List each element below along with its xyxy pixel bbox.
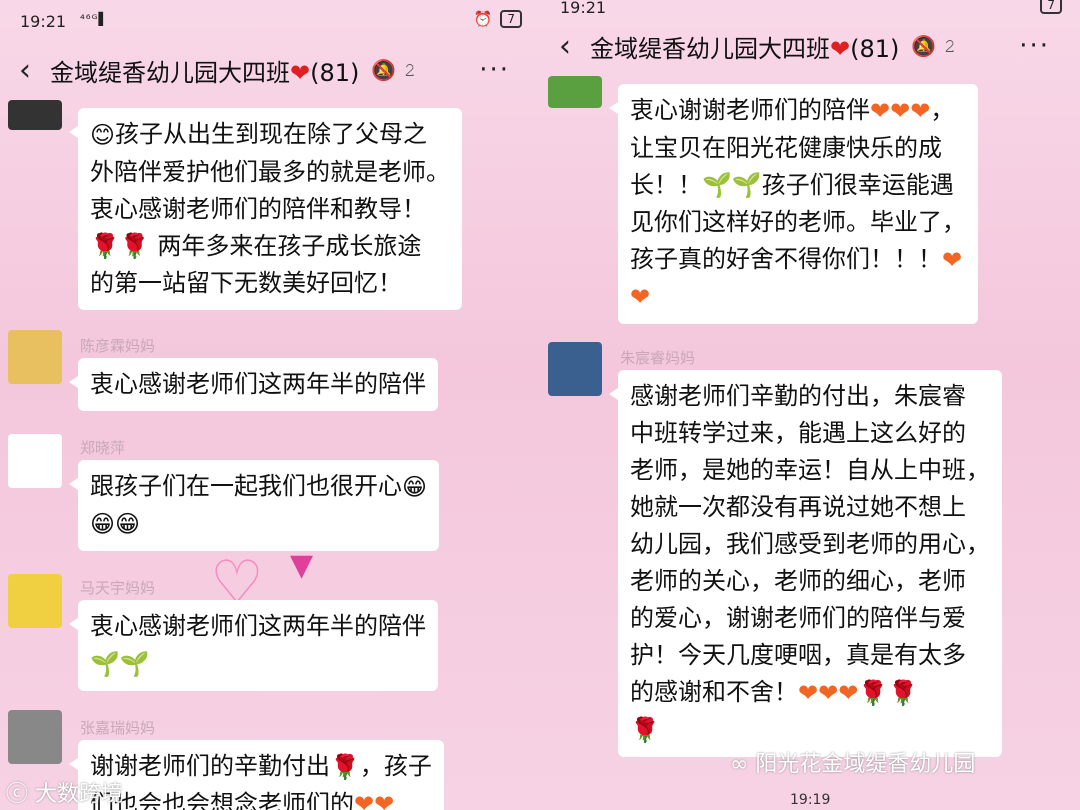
red-heart-icon: ❤ — [830, 34, 851, 63]
heart-emoji-icon: ❤❤❤ — [870, 96, 931, 125]
sender-name: 张嘉瑞妈妈 — [80, 719, 156, 737]
grin-emoji-icon: 😁😁 — [90, 510, 141, 538]
avatar[interactable] — [8, 574, 62, 628]
sender-name: 马天宇妈妈 — [80, 579, 156, 597]
rose-emoji-icon: 🌹🌹 — [90, 232, 150, 260]
message-bubble[interactable]: 衷心感谢老师们这两年半的陪伴 — [69, 358, 438, 411]
signal-icon: ⁴⁶ᴳ▌ — [80, 12, 109, 26]
avatar[interactable] — [548, 342, 602, 396]
message-bubble[interactable]: 感谢老师们辛勤的付出，朱宸睿 中班转学过来，能遇上这么好的 老师，是她的幸运！自… — [609, 370, 1002, 757]
left-screenshot: 19:21 ⁴⁶ᴳ▌ ⏰ 7 ‹ 金域缇香幼儿园大四班❤(81) 🔕 𝟸 ···… — [0, 0, 540, 810]
avatar[interactable] — [548, 76, 602, 108]
battery-icon: 7 — [1040, 0, 1062, 14]
alarm-icon: ⏰ — [473, 10, 493, 28]
right-screenshot: 19:21 7 ‹ 金域缇香幼儿园大四班❤(81) 🔕 𝟸 ··· 衷心谢谢老师… — [540, 0, 1080, 810]
earpiece-icon: 𝟸 — [944, 35, 956, 57]
rose-emoji-icon: 🌹 — [630, 716, 660, 744]
smile-emoji-icon: 😊 — [90, 120, 116, 149]
wechat-icon: ∞ — [730, 752, 749, 777]
sender-name: 郑晓萍 — [80, 439, 126, 457]
avatar[interactable] — [8, 434, 62, 488]
back-icon[interactable]: ‹ — [540, 29, 590, 64]
status-time: 19:21 — [20, 12, 67, 31]
heart-decoration: ▼ — [290, 548, 314, 583]
watermark-logo: ⓒ 大数跨境 — [6, 782, 124, 807]
heart-emoji-icon: ❤❤❤ — [798, 678, 859, 707]
sprout-emoji-icon: 🌱🌱 — [90, 649, 150, 678]
back-icon[interactable]: ‹ — [0, 53, 50, 88]
status-time: 19:21 — [560, 0, 607, 17]
message-bubble[interactable]: 跟孩子们在一起我们也很开心😁 😁😁 — [68, 460, 440, 551]
message-bubble[interactable]: 衷心谢谢老师们的陪伴❤❤❤， 让宝贝在阳光花健康快乐的成 长！！🌱🌱孩子们很幸运… — [609, 84, 978, 324]
message-bubble[interactable]: 衷心感谢老师们这两年半的陪伴 🌱🌱 — [69, 600, 438, 691]
more-options-icon[interactable]: ··· — [479, 55, 510, 85]
message-bubble[interactable]: 谢谢老师们的辛勤付出🌹，孩子 们也会也会想念老师们的❤❤ — [69, 740, 444, 810]
sprout-emoji-icon: 🌱🌱 — [702, 171, 762, 199]
sender-name: 朱宸睿妈妈 — [620, 349, 696, 367]
chat-title: 金域缇香幼儿园大四班❤(81) — [590, 34, 900, 63]
message-timestamp: 19:19 — [790, 792, 831, 808]
more-options-icon[interactable]: ··· — [1019, 31, 1050, 61]
rose-emoji-icon: 🌹🌹 — [858, 678, 919, 707]
status-bar: 19:21 ⁴⁶ᴳ▌ ⏰ 7 — [0, 0, 540, 40]
sender-name: 陈彦霖妈妈 — [80, 337, 156, 355]
heart-emoji-icon: ❤❤ — [354, 790, 395, 810]
mute-icon: 🔕 — [911, 34, 937, 58]
watermark-logo: ∞ 阳光花金域缇香幼儿园 — [730, 752, 976, 777]
chat-title: 金域缇香幼儿园大四班❤(81) — [50, 58, 360, 87]
message-bubble[interactable]: 😊孩子从出生到现在除了父母之 外陪伴爱护他们最多的就是老师。 衷心感谢老师们的陪… — [69, 108, 462, 310]
earpiece-icon: 𝟸 — [404, 59, 416, 81]
red-heart-icon: ❤ — [290, 58, 311, 87]
grin-emoji-icon: 😁 — [402, 472, 428, 501]
chat-header: ‹ 金域缇香幼儿园大四班❤(81) 🔕 𝟸 ··· — [0, 40, 540, 100]
rose-emoji-icon: 🌹 — [330, 752, 360, 781]
watermark-icon: ⓒ — [6, 782, 29, 807]
mute-icon: 🔕 — [371, 58, 397, 82]
heart-emoji-icon: ❤ — [630, 283, 651, 311]
avatar[interactable] — [8, 710, 62, 764]
avatar[interactable] — [8, 100, 62, 130]
battery-icon: 7 — [500, 10, 522, 28]
heart-emoji-icon: ❤ — [942, 245, 963, 274]
chat-header: ‹ 金域缇香幼儿园大四班❤(81) 🔕 𝟸 ··· — [540, 16, 1080, 76]
avatar[interactable] — [8, 330, 62, 384]
